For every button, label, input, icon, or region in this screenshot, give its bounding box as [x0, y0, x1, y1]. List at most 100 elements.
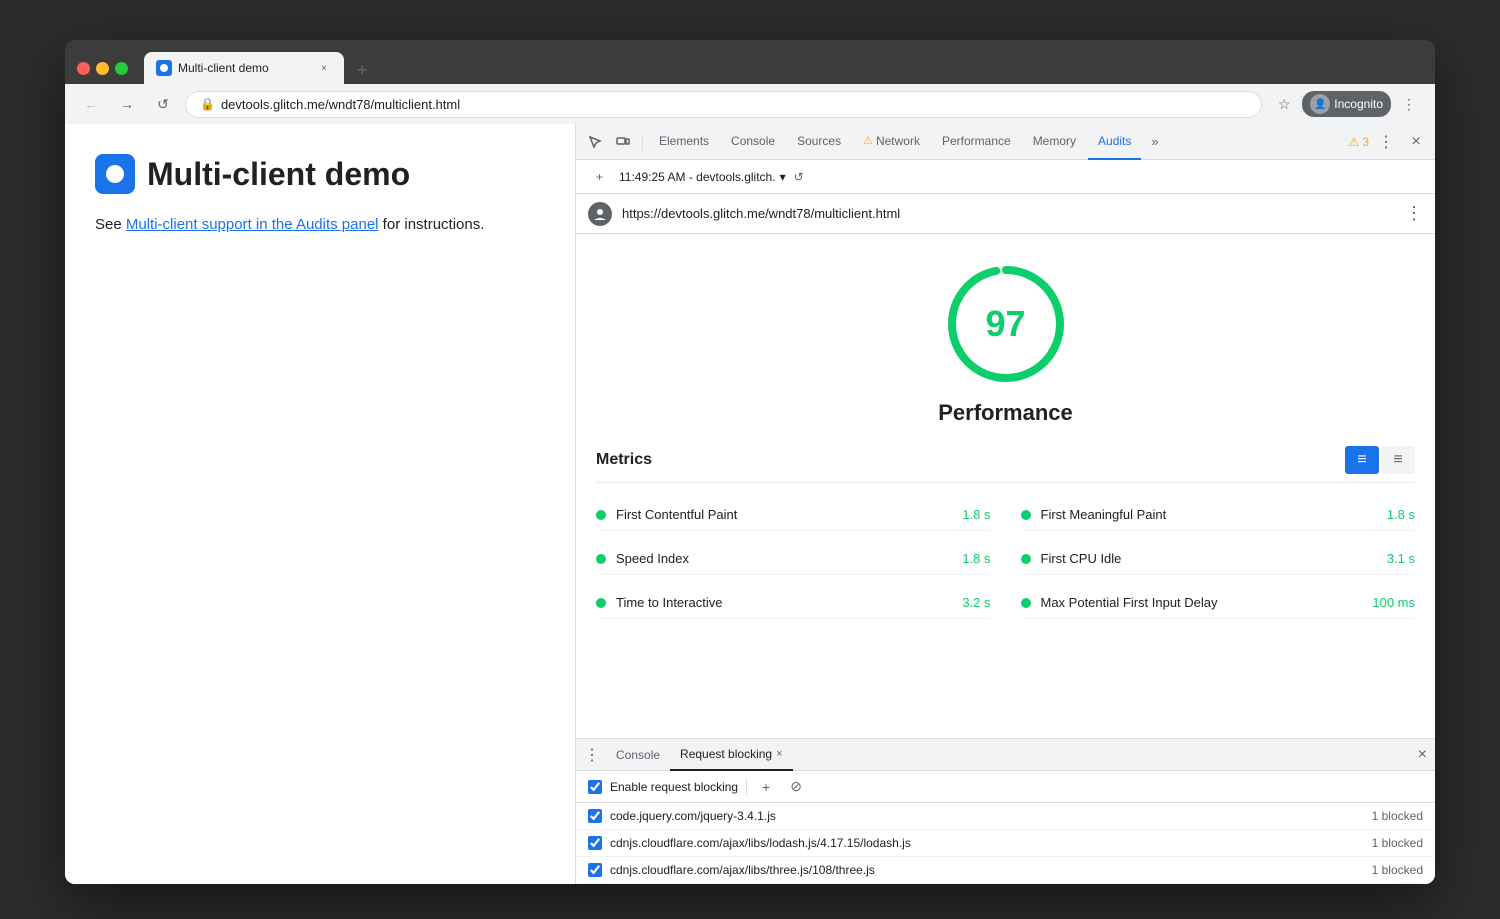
- list-item: cdnjs.cloudflare.com/ajax/libs/lodash.js…: [576, 830, 1435, 857]
- drawer-tab-request-blocking[interactable]: Request blocking ×: [670, 739, 793, 771]
- metric-name: Max Potential First Input Delay: [1041, 595, 1363, 610]
- drawer-tabs: ⋮ Console Request blocking × ×: [576, 739, 1435, 771]
- lock-icon: 🔒: [200, 97, 215, 111]
- drawer-close-button[interactable]: ×: [1418, 746, 1427, 764]
- warning-badge: ⚠ 3: [1349, 135, 1369, 149]
- select-element-button[interactable]: [582, 129, 608, 155]
- reload-button[interactable]: ↺: [149, 90, 177, 118]
- audits-toolbar: + 11:49:25 AM - devtools.glitch. ▾ ↺: [576, 160, 1435, 194]
- add-pattern-button[interactable]: +: [755, 776, 777, 798]
- devtools-panel: Elements Console Sources ⚠ Network Perfo…: [575, 124, 1435, 884]
- metrics-list-view-button[interactable]: ≡: [1345, 446, 1379, 474]
- metric-value: 3.2 s: [962, 595, 990, 610]
- tab-title: Multi-client demo: [178, 61, 310, 75]
- address-bar[interactable]: 🔒 devtools.glitch.me/wndt78/multiclient.…: [185, 91, 1262, 118]
- item-badge-2: 1 blocked: [1372, 863, 1423, 877]
- audits-url-text: https://devtools.glitch.me/wndt78/multic…: [622, 206, 1405, 221]
- audits-url-bar: https://devtools.glitch.me/wndt78/multic…: [576, 194, 1435, 234]
- page-logo: Multi-client demo: [95, 154, 545, 194]
- close-window-button[interactable]: [77, 62, 90, 75]
- new-audit-icon: +: [596, 170, 603, 184]
- dropdown-icon: ▾: [780, 170, 786, 184]
- score-circle: 97: [946, 264, 1066, 384]
- item-url-0: code.jquery.com/jquery-3.4.1.js: [610, 809, 1372, 823]
- score-section: 97 Performance: [576, 234, 1435, 446]
- tab-sources[interactable]: Sources: [787, 124, 851, 160]
- device-toolbar-button[interactable]: [610, 129, 636, 155]
- tab-favicon-icon: [156, 60, 172, 76]
- item-checkbox-0[interactable]: [588, 809, 602, 823]
- description-after: for instructions.: [379, 216, 485, 233]
- audits-avatar: [588, 202, 612, 226]
- metric-dot: [1021, 598, 1031, 608]
- page-content: Multi-client demo See Multi-client suppo…: [65, 124, 575, 884]
- tab-network[interactable]: ⚠ Network: [853, 124, 930, 160]
- drawer-toolbar: Enable request blocking + ⊘: [576, 771, 1435, 803]
- item-badge-0: 1 blocked: [1372, 809, 1423, 823]
- audits-panel-link[interactable]: Multi-client support in the Audits panel: [126, 216, 379, 233]
- reload-audit-button[interactable]: ↺: [794, 170, 804, 184]
- metric-dot: [596, 510, 606, 520]
- metrics-view-toggle: ≡ ≡: [1345, 446, 1415, 474]
- metric-name: First Contentful Paint: [616, 507, 952, 522]
- tab-strip: Multi-client demo × +: [144, 52, 1423, 84]
- bookmark-button[interactable]: ☆: [1270, 90, 1298, 118]
- list-item: code.jquery.com/jquery-3.4.1.js 1 blocke…: [576, 803, 1435, 830]
- browser-tab[interactable]: Multi-client demo ×: [144, 52, 344, 84]
- page-logo-icon: [95, 154, 135, 194]
- metric-row: First CPU Idle 3.1 s: [1021, 543, 1416, 575]
- metrics-grid: First Contentful Paint 1.8 s First Meani…: [596, 499, 1415, 619]
- score-value: 97: [985, 303, 1025, 345]
- incognito-button[interactable]: 👤 Incognito: [1302, 91, 1391, 117]
- warning-badge-icon: ⚠: [1349, 135, 1360, 149]
- devtools-close-button[interactable]: ×: [1403, 129, 1429, 155]
- metric-value: 100 ms: [1372, 595, 1415, 610]
- metric-value: 1.8 s: [962, 507, 990, 522]
- devtools-menu-button[interactable]: ⋮: [1373, 129, 1399, 155]
- nav-actions: ☆ 👤 Incognito ⋮: [1270, 90, 1423, 118]
- minimize-window-button[interactable]: [96, 62, 109, 75]
- metric-dot: [1021, 510, 1031, 520]
- metrics-detail-view-button[interactable]: ≡: [1381, 446, 1415, 474]
- back-button[interactable]: ←: [77, 90, 105, 118]
- item-checkbox-1[interactable]: [588, 836, 602, 850]
- enable-request-blocking-label: Enable request blocking: [610, 780, 738, 794]
- metric-row: First Meaningful Paint 1.8 s: [1021, 499, 1416, 531]
- more-tabs-button[interactable]: »: [1143, 124, 1166, 160]
- metric-name: Time to Interactive: [616, 595, 952, 610]
- tab-performance[interactable]: Performance: [932, 124, 1021, 160]
- new-tab-button[interactable]: +: [348, 56, 376, 84]
- metric-dot: [596, 598, 606, 608]
- browser-menu-button[interactable]: ⋮: [1395, 90, 1423, 118]
- forward-button[interactable]: →: [113, 90, 141, 118]
- drawer-list: code.jquery.com/jquery-3.4.1.js 1 blocke…: [576, 803, 1435, 884]
- incognito-icon: 👤: [1310, 94, 1330, 114]
- maximize-window-button[interactable]: [115, 62, 128, 75]
- metric-row: Time to Interactive 3.2 s: [596, 587, 991, 619]
- tab-audits[interactable]: Audits: [1088, 124, 1141, 160]
- drawer-menu-button[interactable]: ⋮: [584, 745, 600, 765]
- enable-request-blocking-checkbox[interactable]: [588, 780, 602, 794]
- page-title: Multi-client demo: [147, 156, 410, 193]
- tab-console[interactable]: Console: [721, 124, 785, 160]
- drawer-tab-console[interactable]: Console: [606, 739, 670, 771]
- item-checkbox-2[interactable]: [588, 863, 602, 877]
- incognito-label: Incognito: [1334, 97, 1383, 111]
- item-url-2: cdnjs.cloudflare.com/ajax/libs/three.js/…: [610, 863, 1372, 877]
- tab-elements[interactable]: Elements: [649, 124, 719, 160]
- new-audit-button[interactable]: +: [588, 166, 611, 188]
- list-item: cdnjs.cloudflare.com/ajax/libs/three.js/…: [576, 857, 1435, 884]
- metric-value: 1.8 s: [962, 551, 990, 566]
- block-button[interactable]: ⊘: [785, 776, 807, 798]
- drawer-tab-close-button[interactable]: ×: [776, 748, 782, 760]
- item-url-1: cdnjs.cloudflare.com/ajax/libs/lodash.js…: [610, 836, 1372, 850]
- url-text: devtools.glitch.me/wndt78/multiclient.ht…: [221, 97, 1247, 112]
- audits-more-button[interactable]: ⋮: [1405, 203, 1423, 224]
- devtools-toolbar: Elements Console Sources ⚠ Network Perfo…: [576, 124, 1435, 160]
- item-badge-1: 1 blocked: [1372, 836, 1423, 850]
- metric-dot: [596, 554, 606, 564]
- audit-session-select[interactable]: 11:49:25 AM - devtools.glitch. ▾: [619, 170, 786, 184]
- tab-memory[interactable]: Memory: [1023, 124, 1086, 160]
- metrics-title: Metrics: [596, 451, 652, 469]
- tab-close-button[interactable]: ×: [316, 60, 332, 76]
